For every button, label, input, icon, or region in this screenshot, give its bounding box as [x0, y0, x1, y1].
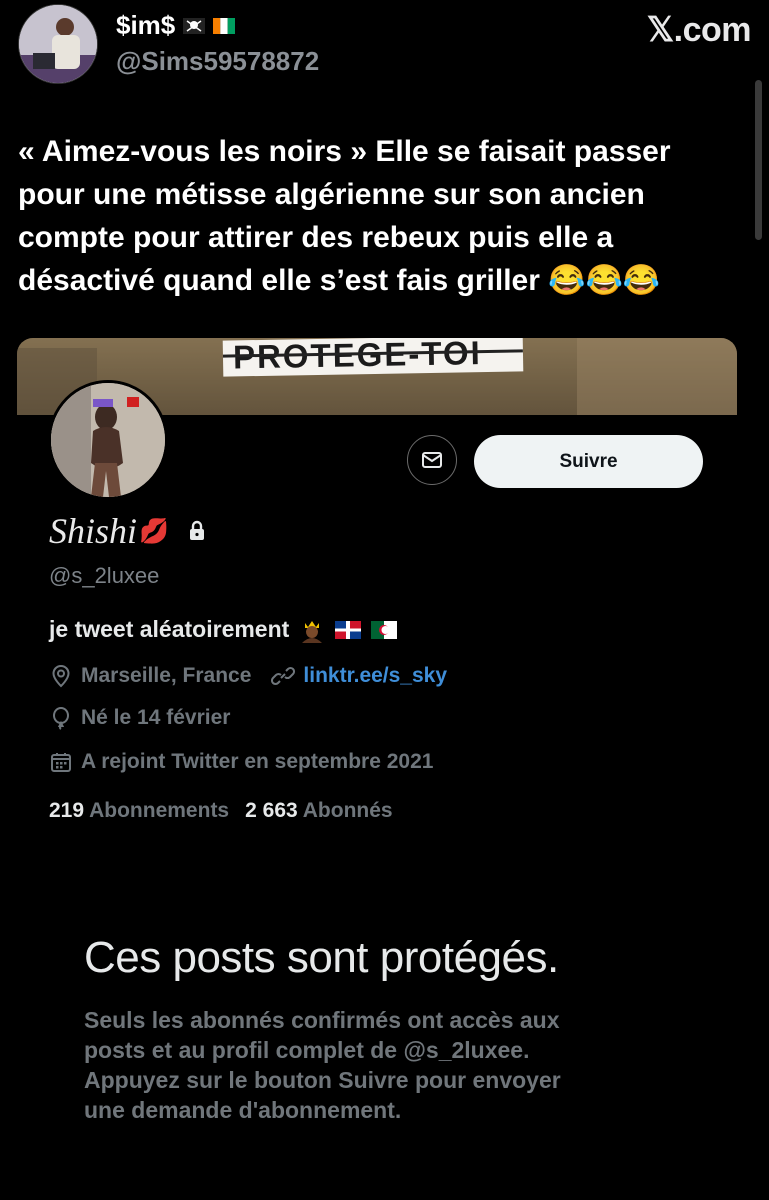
- follow-stats: 219 Abonnements 2 663 Abonnés: [49, 799, 393, 823]
- location-text: Marseille, France: [81, 664, 252, 687]
- joined-text: A rejoint Twitter en septembre 2021: [81, 750, 434, 773]
- bio-text: je tweet aléatoirement: [49, 616, 290, 642]
- envelope-icon: [422, 452, 442, 468]
- protected-title: Ces posts sont protégés.: [84, 933, 559, 982]
- joined-row: A rejoint Twitter en septembre 2021: [49, 750, 433, 774]
- banner-sign: PROTEGE-TOI: [222, 338, 524, 377]
- lock-icon: [189, 520, 204, 540]
- birthday-text: Né le 14 février: [81, 706, 231, 729]
- followers-stat[interactable]: 2 663 Abonnés: [245, 799, 392, 823]
- message-button[interactable]: [407, 435, 457, 485]
- link-icon: [271, 666, 296, 686]
- tweet-text: « Aimez-vous les noirs » Elle se faisait…: [18, 135, 671, 297]
- dominican-flag-icon: [335, 620, 362, 639]
- profile-handle: @s_2luxee: [49, 563, 160, 588]
- author-handle[interactable]: @Sims59578872: [116, 46, 319, 77]
- profile-link[interactable]: linktr.ee/s_sky: [303, 664, 447, 688]
- lips-emoji: 💋: [139, 517, 169, 545]
- tweet-header: $im$ @Sims59578872 𝕏.com: [18, 4, 753, 86]
- followers-count: 2 663: [245, 799, 298, 822]
- location-pin-icon: [52, 664, 70, 688]
- following-label: Abonnements: [89, 799, 230, 822]
- algeria-flag-icon: [371, 620, 398, 639]
- author-avatar[interactable]: [18, 4, 98, 84]
- profile-avatar[interactable]: [48, 380, 168, 500]
- author-name-row: $im$: [116, 10, 236, 41]
- ivory-coast-flag-icon: [213, 17, 236, 34]
- embedded-profile-screenshot: PROTEGE-TOI Suivre Shishi 💋 @s_2luxee je: [17, 338, 737, 1200]
- protected-description: Seuls les abonnés confirmés ont accès au…: [84, 1007, 561, 1123]
- following-count: 219: [49, 799, 85, 822]
- follow-button[interactable]: Suivre: [474, 435, 703, 488]
- balloon-icon: [53, 707, 69, 730]
- pirate-flag-icon: [183, 17, 206, 34]
- location-row: Marseille, France linktr.ee/s_sky: [49, 664, 447, 688]
- scrollbar[interactable]: [755, 80, 762, 240]
- calendar-icon: [51, 753, 71, 772]
- author-name[interactable]: $im$: [116, 10, 175, 41]
- following-stat[interactable]: 219 Abonnements: [49, 799, 229, 823]
- crown-person-emoji-icon: [302, 620, 323, 643]
- x-logo: 𝕏.com: [646, 11, 752, 49]
- profile-bio: je tweet aléatoirement: [49, 616, 398, 643]
- profile-name: Shishi: [49, 511, 138, 551]
- followers-label: Abonnés: [302, 799, 393, 822]
- profile-name-row: Shishi 💋: [49, 510, 209, 552]
- birthday-row: Né le 14 février: [49, 706, 230, 730]
